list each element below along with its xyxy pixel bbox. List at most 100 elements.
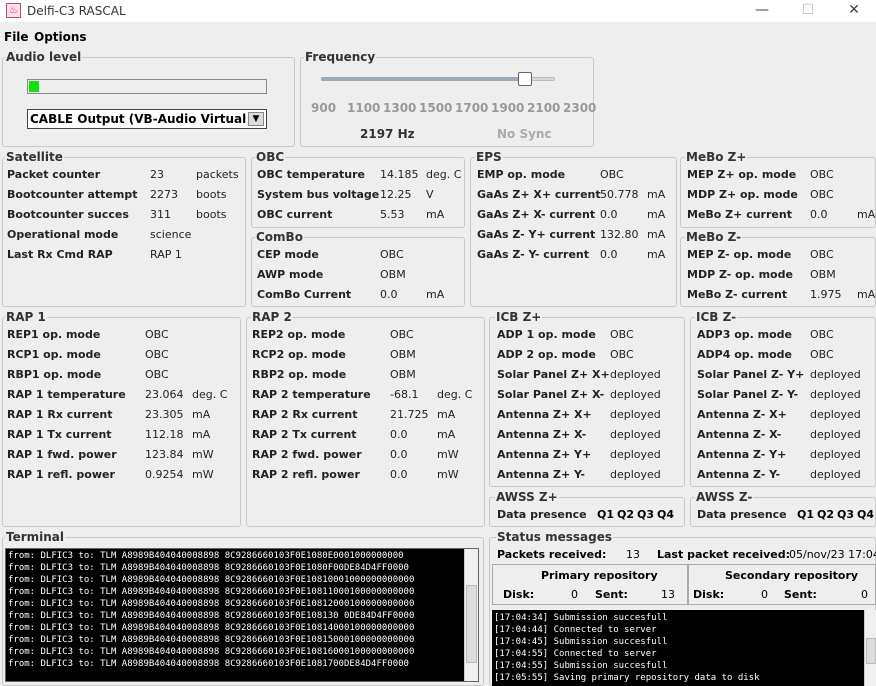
combo-value: OBM <box>380 268 406 281</box>
combo-value: OBC <box>380 248 404 261</box>
mebozm-label: MDP Z- op. mode <box>687 268 793 281</box>
icbzp-value: deployed <box>610 368 661 381</box>
mebozm-value: OBC <box>810 248 834 261</box>
status-log-scrollbar[interactable] <box>864 610 876 686</box>
status-log[interactable]: [17:04:34] Submission succesfull [17:04:4… <box>492 610 864 686</box>
terminal-line: from: DLFIC3 to: TLM A8989B404040008898 … <box>8 611 415 621</box>
status-title: Status messages <box>496 530 613 544</box>
satellite-unit: boots <box>196 208 227 221</box>
frequency-slider-fill <box>321 77 525 81</box>
icbzm-value: deployed <box>810 368 861 381</box>
terminal-scrollbar[interactable] <box>464 549 478 681</box>
mebozm-label: MeBo Z- current <box>687 288 788 301</box>
satellite-value: 2273 <box>150 188 178 201</box>
last-packet-value: 05/nov/23 17:04:4 <box>789 548 876 561</box>
mebozm-value: OBM <box>810 268 836 281</box>
icbzp-value: deployed <box>610 408 661 421</box>
frequency-tick-label: 1500 <box>419 101 453 115</box>
eps-label: GaAs Z+ X+ current <box>477 188 601 201</box>
satellite-label: Bootcounter attempt <box>7 188 138 201</box>
rap1-value: OBC <box>145 328 169 341</box>
icbzp-value: deployed <box>610 428 661 441</box>
primary-repository-title: Primary repository <box>541 569 658 582</box>
obc-value: 5.53 <box>380 208 405 221</box>
maximize-button[interactable]: ☐ <box>785 0 831 22</box>
terminal-output[interactable]: from: DLFIC3 to: TLM A8989B404040008898 … <box>5 548 479 682</box>
status-log-line: [17:04:55] Connected to server <box>494 649 657 659</box>
eps-unit: mA <box>647 208 666 221</box>
frequency-value: 2197 Hz <box>360 127 415 141</box>
rap2-label: RAP 2 Tx current <box>252 428 357 441</box>
rap2-label: RCP2 op. mode <box>252 348 346 361</box>
eps-label: GaAs Z+ X- current <box>477 208 596 221</box>
terminal-line: from: DLFIC3 to: TLM A8989B404040008898 … <box>8 635 415 645</box>
obc-title: OBC <box>255 150 286 164</box>
rap1-value: 112.18 <box>145 428 184 441</box>
primary-sent-value: 13 <box>661 588 675 601</box>
audio-device-select[interactable]: CABLE Output (VB-Audio Virtual ▼ <box>27 109 267 129</box>
mebozp-label: MEP Z+ op. mode <box>687 168 797 181</box>
status-log-line: [17:04:45] Submission succesfull <box>494 637 668 647</box>
rap2-value: 0.0 <box>390 428 408 441</box>
satellite-title: Satellite <box>5 150 64 164</box>
rap1-value: 123.84 <box>145 448 184 461</box>
rap2-value: -68.1 <box>390 388 419 401</box>
eps-value: 132.80 <box>600 228 639 241</box>
terminal-line: from: DLFIC3 to: TLM A8989B404040008898 … <box>8 647 415 657</box>
terminal-line: from: DLFIC3 to: TLM A8989B404040008898 … <box>8 599 415 609</box>
rap2-label: RAP 2 Rx current <box>252 408 358 421</box>
rap2-unit: mA <box>437 408 456 421</box>
frequency-slider-thumb[interactable] <box>517 72 532 86</box>
eps-title: EPS <box>475 150 503 164</box>
eps-value: 0.0 <box>600 248 618 261</box>
menu-options[interactable]: Options <box>34 30 87 44</box>
awsszm-quadrant: Q4 <box>857 508 875 521</box>
awsszp-quadrant: Q2 <box>617 508 635 521</box>
rap2-title: RAP 2 <box>251 310 293 324</box>
secondary-repository: Secondary repository Disk: 0 Sent: 0 <box>688 564 876 605</box>
obc-value: 14.185 <box>380 168 419 181</box>
audio-level-fill <box>29 81 39 92</box>
rap1-value: 23.064 <box>145 388 184 401</box>
icbzm-value: deployed <box>810 448 861 461</box>
rap2-label: RAP 2 temperature <box>252 388 371 401</box>
combo-label: AWP mode <box>257 268 324 281</box>
close-button[interactable]: ✕ <box>831 0 876 22</box>
rap2-label: REP2 op. mode <box>252 328 346 341</box>
eps-label: EMP op. mode <box>477 168 566 181</box>
status-log-scroll-thumb[interactable] <box>866 638 876 664</box>
menu-file[interactable]: File <box>4 30 29 44</box>
awsszp-quadrant: Q1 <box>597 508 615 521</box>
audio-level-meter <box>27 79 267 94</box>
obc-label: OBC current <box>257 208 333 221</box>
status-log-line: [17:04:55] Submission succesfull <box>494 661 668 671</box>
awsszm-quadrant: Q2 <box>817 508 835 521</box>
title-bar: ♨ Delfi-C3 RASCAL — ☐ ✕ <box>0 0 876 22</box>
rap1-label: RCP1 op. mode <box>7 348 101 361</box>
terminal-scroll-thumb[interactable] <box>466 585 477 663</box>
rap1-unit: mA <box>192 428 211 441</box>
icbzp-label: Antenna Z+ Y+ <box>497 448 592 461</box>
frequency-tick-label: 900 <box>311 101 337 115</box>
combo-title: ComBo <box>255 230 304 244</box>
eps-unit: mA <box>647 228 666 241</box>
eps-value: 50.778 <box>600 188 639 201</box>
terminal-line: from: DLFIC3 to: TLM A8989B404040008898 … <box>8 623 415 633</box>
frequency-tick-label: 1900 <box>491 101 525 115</box>
audio-level-title: Audio level <box>5 50 83 64</box>
awsszm-quadrant: Q1 <box>797 508 815 521</box>
awsszm-title: AWSS Z- <box>695 490 754 504</box>
icbzp-value: deployed <box>610 468 661 481</box>
rap1-label: REP1 op. mode <box>7 328 101 341</box>
obc-label: OBC temperature <box>257 168 365 181</box>
rap2-value: OBM <box>390 348 416 361</box>
terminal-line: from: DLFIC3 to: TLM A8989B404040008898 … <box>8 551 404 561</box>
chevron-down-icon[interactable]: ▼ <box>248 112 264 126</box>
minimize-button[interactable]: — <box>739 0 785 22</box>
rap2-unit: mA <box>437 428 456 441</box>
primary-disk-label: Disk: <box>503 588 535 601</box>
combo-label: CEP mode <box>257 248 319 261</box>
terminal-line: from: DLFIC3 to: TLM A8989B404040008898 … <box>8 563 409 573</box>
rap1-label: RAP 1 Tx current <box>7 428 112 441</box>
frequency-tick-label: 2100 <box>527 101 561 115</box>
